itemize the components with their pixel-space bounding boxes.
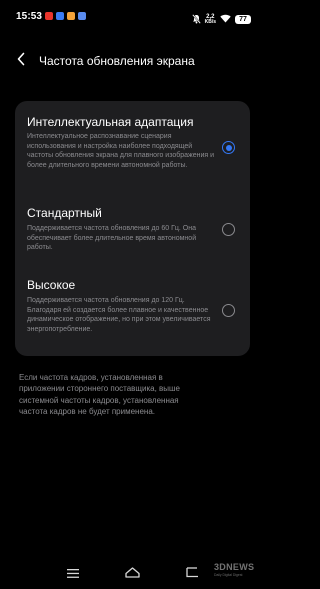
mute-icon <box>191 14 201 24</box>
yandex-icon <box>45 12 53 20</box>
status-time: 15:53 <box>16 11 43 22</box>
battery-indicator: 77 <box>235 14 251 24</box>
option-intelligent-adaptation[interactable]: Интеллектуальная адаптация Интеллектуаль… <box>15 101 250 194</box>
home-button[interactable] <box>121 566 143 582</box>
radio-high[interactable] <box>222 304 235 317</box>
back-nav-button[interactable] <box>181 566 203 582</box>
footnote: Если частота кадров, установленная в при… <box>19 373 180 417</box>
option-standard[interactable]: Стандартный Поддерживается частота обнов… <box>15 194 250 266</box>
watermark-logo: 3DNEWS <box>214 562 255 572</box>
app-icon-blue <box>56 12 64 20</box>
notification-icons <box>45 12 86 20</box>
refresh-rate-options-card: Интеллектуальная адаптация Интеллектуаль… <box>15 101 250 356</box>
option-description: Поддерживается частота обновления до 60 … <box>27 225 197 252</box>
page-title: Частота обновления экрана <box>39 54 195 68</box>
back-icon <box>185 565 199 583</box>
option-high[interactable]: Высокое Поддерживается частота обновлени… <box>15 266 250 356</box>
app-icon-blue-2 <box>78 12 86 20</box>
menu-button[interactable] <box>62 566 84 582</box>
chevron-left-icon <box>16 52 26 71</box>
watermark: 3DNEWS Daily Digital Digest <box>214 562 262 582</box>
header: Частота обновления экрана <box>0 50 265 74</box>
option-title: Интеллектуальная адаптация <box>27 115 194 129</box>
status-bar: 15:53 2,2 KB/s 77 <box>0 0 265 28</box>
home-icon <box>124 565 140 583</box>
app-icon-orange <box>67 12 75 20</box>
option-title: Высокое <box>27 278 76 292</box>
network-speed: 2,2 KB/s <box>205 14 216 25</box>
network-speed-unit: KB/s <box>204 18 216 25</box>
radio-intelligent-adaptation[interactable] <box>222 141 235 154</box>
menu-icon <box>67 565 79 583</box>
watermark-tagline: Daily Digital Digest <box>214 573 243 577</box>
option-description: Поддерживается частота обновления до 120… <box>27 297 211 333</box>
status-right-group: 2,2 KB/s 77 <box>191 10 251 28</box>
wifi-icon <box>220 10 231 28</box>
radio-standard[interactable] <box>222 223 235 236</box>
option-description: Интеллектуальное распознавание сценария … <box>27 133 215 169</box>
back-button[interactable] <box>12 52 30 70</box>
option-title: Стандартный <box>27 206 102 220</box>
